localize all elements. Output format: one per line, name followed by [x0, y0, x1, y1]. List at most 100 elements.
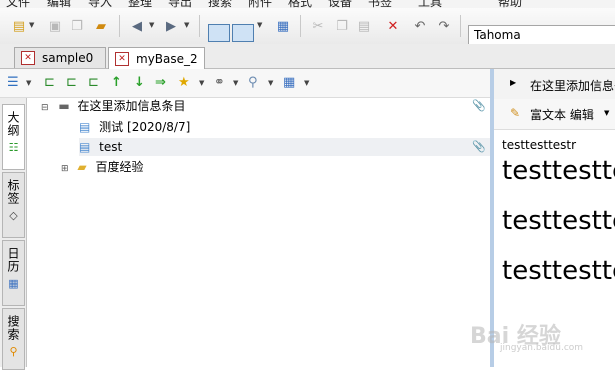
- chevron-down-icon[interactable]: ▼: [26, 79, 31, 87]
- expand-icon[interactable]: ⊞: [61, 164, 69, 174]
- chevron-down-icon[interactable]: ▼: [604, 109, 609, 117]
- menu-search[interactable]: 搜索: [208, 0, 232, 8]
- attach-icon[interactable]: ⚲: [248, 75, 258, 90]
- forward-icon[interactable]: ▶: [162, 17, 180, 35]
- menu-edit[interactable]: 编辑: [47, 0, 71, 8]
- outline-tree: ⊟ ▬ 在这里添加信息条目 📎 ▤ 测试 [2020/8/7] ▤ test 📎…: [27, 98, 490, 367]
- layout-three-pane-button[interactable]: [232, 24, 254, 42]
- database-icon: ✕: [115, 51, 129, 66]
- play-icon[interactable]: ▶: [510, 78, 516, 87]
- link-icon[interactable]: ⚭: [214, 75, 225, 90]
- doc-icon: ▤: [79, 140, 91, 154]
- list-icon[interactable]: ☰: [7, 75, 19, 90]
- save-icon[interactable]: ▣: [46, 17, 64, 35]
- font-family-select[interactable]: Tahoma: [468, 25, 615, 46]
- menu-export[interactable]: 导出: [168, 0, 192, 8]
- chevron-down-icon[interactable]: ▼: [149, 21, 154, 29]
- folder-icon: ▰: [77, 160, 87, 174]
- menu-bookmark[interactable]: 书签: [368, 0, 392, 8]
- move-down-icon[interactable]: ↓: [134, 75, 145, 90]
- layout-two-pane-button[interactable]: [208, 24, 230, 42]
- menu-attachment[interactable]: 附件: [248, 0, 272, 8]
- move-up-icon[interactable]: ↑: [111, 75, 122, 90]
- cut-icon[interactable]: ✂: [309, 17, 327, 35]
- chevron-down-icon[interactable]: ▼: [29, 21, 34, 29]
- tab-calendar[interactable]: 日历 ▦: [2, 240, 25, 306]
- attachment-icon: 📎: [472, 99, 486, 112]
- tree-item-label: 测试: [99, 120, 124, 134]
- star-icon[interactable]: ★: [178, 75, 190, 90]
- copy-icon[interactable]: ❐: [333, 17, 351, 35]
- toolbar-separator: [300, 15, 301, 37]
- tab-sample0[interactable]: ✕ sample0: [14, 47, 106, 68]
- toolbar-separator: [199, 15, 200, 37]
- chevron-down-icon[interactable]: ▼: [199, 79, 204, 87]
- menu-help[interactable]: 帮助: [498, 0, 522, 8]
- undo-icon[interactable]: ↶: [411, 17, 429, 35]
- document-tabs: ✕ sample0 ✕ myBase_2: [0, 44, 615, 69]
- paste-icon[interactable]: ▤: [355, 17, 373, 35]
- back-icon[interactable]: ◀: [128, 17, 146, 35]
- window-icon[interactable]: ▦: [274, 17, 292, 35]
- calendar-icon: ▦: [8, 277, 19, 290]
- tab-outline[interactable]: 大纲 ☷: [2, 104, 25, 170]
- tab-label: 大纲: [6, 111, 20, 137]
- tree-item-selected[interactable]: ▤ test 📎: [79, 138, 490, 156]
- menu-organize[interactable]: 整理: [128, 0, 152, 8]
- add-child-icon[interactable]: ⊏: [44, 75, 55, 90]
- editor-text-line: testtesttes: [502, 206, 615, 236]
- folder-icon[interactable]: ▰: [92, 17, 110, 35]
- chevron-down-icon[interactable]: ▼: [304, 79, 309, 87]
- copy-doc-icon[interactable]: ❐: [68, 17, 86, 35]
- tab-label: 日历: [6, 247, 20, 273]
- editor-toolbar: ✎ 富文本 编辑 ▼: [494, 99, 615, 130]
- menu-file[interactable]: 文件: [6, 0, 30, 8]
- tab-label: 标签: [6, 179, 20, 205]
- chevron-down-icon[interactable]: ▼: [233, 79, 238, 87]
- move-right-icon[interactable]: ⇒: [155, 75, 166, 90]
- database-icon: ✕: [21, 51, 35, 65]
- tree-item-label: test: [99, 140, 123, 154]
- rich-text-edit-button[interactable]: 富文本 编辑: [530, 106, 594, 123]
- note-icon: ▤: [79, 120, 91, 134]
- attachment-icon: 📎: [472, 140, 486, 153]
- menu-device[interactable]: 设备: [328, 0, 352, 8]
- menu-tools[interactable]: 工具: [418, 0, 442, 8]
- pencil-icon: ✎: [510, 106, 521, 120]
- menu-format[interactable]: 格式: [288, 0, 312, 8]
- search-icon: ⚲: [9, 345, 18, 358]
- tag-icon: ◇: [9, 209, 18, 222]
- database-icon: ▬: [58, 99, 70, 113]
- tree-item[interactable]: ▤ 测试 [2020/8/7]: [79, 118, 490, 136]
- main-toolbar: ▤ ▼ ▣ ❐ ▰ ◀ ▼ ▶ ▼ ▼ ▦ ✂ ❐ ▤ ✕ ↶ ↷ Tahoma: [0, 8, 615, 46]
- chevron-down-icon[interactable]: ▼: [268, 79, 273, 87]
- delete-icon[interactable]: ✕: [384, 17, 402, 35]
- side-panel-tabs: 大纲 ☷ 标签 ◇ 日历 ▦ 搜索 ⚲: [0, 98, 27, 370]
- editor-text-small: testtesttestr: [502, 138, 577, 152]
- chevron-down-icon[interactable]: ▼: [257, 21, 262, 29]
- editor-text-line: testtesttes: [502, 156, 615, 186]
- tree-item[interactable]: ⊞ ▰ 百度经验: [61, 158, 490, 176]
- collapse-icon[interactable]: ⊟: [41, 103, 49, 113]
- redo-icon[interactable]: ↷: [435, 17, 453, 35]
- menubar: 文件 编辑 导入 整理 导出 搜索 附件 格式 设备 书签 工具 帮助: [0, 0, 615, 8]
- tab-tags[interactable]: 标签 ◇: [2, 172, 25, 238]
- tab-search[interactable]: 搜索 ⚲: [2, 308, 25, 370]
- tab-label: sample0: [42, 51, 94, 65]
- tree-item-label: 百度经验: [95, 160, 144, 174]
- toolbar-separator: [119, 15, 120, 37]
- watermark-url: jingyan.baidu.com: [500, 343, 584, 353]
- editor-text-line: testtesttes: [502, 256, 615, 286]
- outline-icon: ☷: [8, 141, 19, 154]
- tree-root[interactable]: ⊟ ▬ 在这里添加信息条目 📎: [41, 97, 490, 115]
- tree-root-label: 在这里添加信息条目: [77, 99, 186, 113]
- table-icon[interactable]: ▦: [283, 75, 295, 90]
- tab-mybase-2[interactable]: ✕ myBase_2: [108, 47, 205, 69]
- menu-import[interactable]: 导入: [88, 0, 112, 8]
- add-node-icon[interactable]: ⊏: [88, 75, 99, 90]
- add-sibling-icon[interactable]: ⊏: [66, 75, 77, 90]
- new-note-icon[interactable]: ▤: [10, 17, 28, 35]
- note-header: ▶ 在这里添加信息条目: [494, 69, 615, 100]
- chevron-down-icon[interactable]: ▼: [184, 21, 189, 29]
- tab-label: myBase_2: [136, 51, 198, 66]
